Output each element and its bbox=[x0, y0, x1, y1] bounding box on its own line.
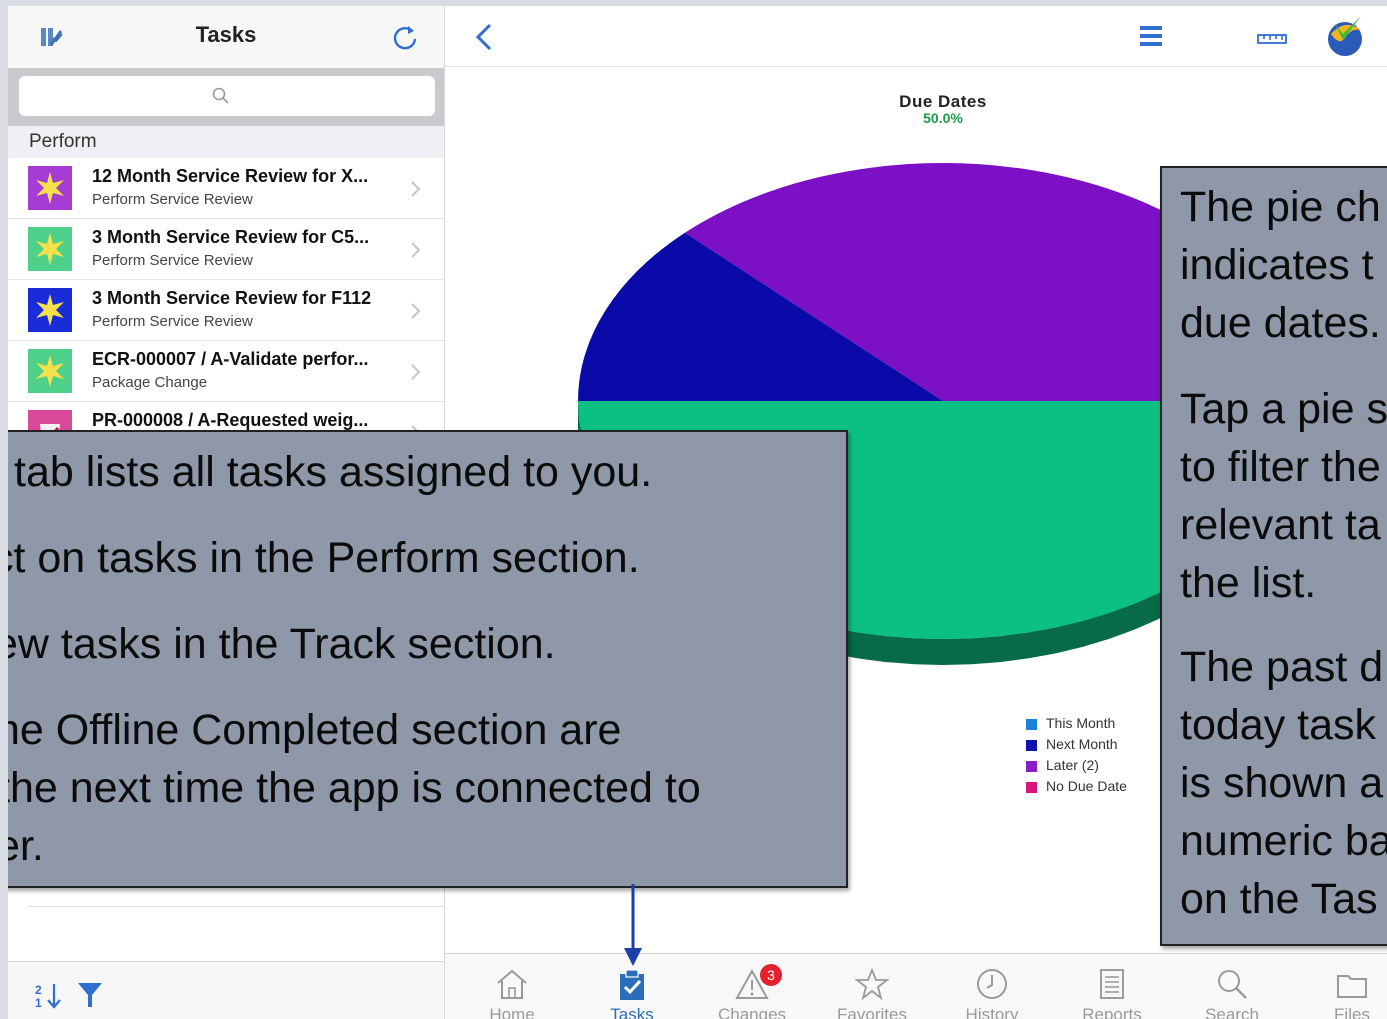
left-header: Tasks bbox=[8, 6, 444, 69]
legend-swatch bbox=[1026, 740, 1037, 751]
task-title: 12 Month Service Review for X... bbox=[92, 166, 369, 186]
divider bbox=[28, 906, 444, 907]
left-footer-toolbar: 2 1 bbox=[8, 961, 444, 1019]
task-row[interactable]: 3 Month Service Review for F112 Perform … bbox=[8, 280, 444, 341]
search-bar bbox=[8, 68, 444, 126]
task-title: 3 Month Service Review for F112 bbox=[92, 288, 372, 308]
chevron-right-icon bbox=[411, 181, 421, 197]
callout-line: tab lists all tasks assigned to you. bbox=[14, 448, 653, 496]
callout-pie-chart: The pie ch indicates t due dates. Tap a … bbox=[1160, 166, 1387, 946]
tab-label: History bbox=[965, 1005, 1019, 1019]
callout-paragraph: The pie ch indicates t due dates. bbox=[1180, 183, 1381, 347]
star-icon bbox=[854, 967, 890, 1001]
legend-label: This Month bbox=[1046, 715, 1116, 731]
chevron-right-icon bbox=[411, 364, 421, 380]
tab-history[interactable]: History bbox=[932, 954, 1052, 1019]
legend-swatch bbox=[1026, 761, 1037, 772]
callout-line: er. bbox=[8, 822, 44, 870]
callout-paragraph: Tap a pie s to filter the relevant ta th… bbox=[1180, 385, 1387, 607]
sort-icon[interactable]: 2 1 bbox=[34, 980, 64, 1010]
filter-icon[interactable] bbox=[76, 980, 104, 1010]
tab-changes[interactable]: 3 Changes bbox=[692, 954, 812, 1019]
search-icon bbox=[212, 87, 229, 104]
task-list: 12 Month Service Review for X... Perform… bbox=[8, 158, 444, 463]
task-thumbnail-icon bbox=[28, 288, 72, 332]
task-title: 3 Month Service Review for C5... bbox=[92, 227, 370, 247]
tab-label: Reports bbox=[1082, 1005, 1142, 1019]
legend-swatch bbox=[1026, 782, 1037, 793]
svg-text:1: 1 bbox=[35, 996, 42, 1010]
changes-badge: 3 bbox=[760, 964, 782, 986]
callout-line: ct on tasks in the Perform section. bbox=[8, 534, 640, 582]
legend-label: Next Month bbox=[1046, 736, 1118, 752]
chevron-right-icon bbox=[411, 303, 421, 319]
tab-label: Tasks bbox=[610, 1005, 654, 1019]
list-blank-area bbox=[8, 886, 444, 961]
task-subtitle: Perform Service Review bbox=[92, 191, 253, 208]
menu-icon[interactable] bbox=[1139, 24, 1163, 48]
legend-label: No Due Date bbox=[1046, 778, 1127, 794]
section-header-perform: Perform bbox=[8, 126, 444, 158]
legend-label: Later (2) bbox=[1046, 757, 1099, 773]
left-panel-title: Tasks bbox=[195, 22, 257, 47]
top-bar bbox=[445, 6, 1387, 67]
ruler-icon[interactable] bbox=[1257, 29, 1287, 45]
task-title: ECR-000007 / A-Validate perfor... bbox=[92, 349, 369, 369]
tab-label: Files bbox=[1334, 1005, 1370, 1019]
tab-home[interactable]: Home bbox=[452, 954, 572, 1019]
callout-tasks-tab: tab lists all tasks assigned to you. ct … bbox=[8, 430, 848, 888]
tab-label: Favorites bbox=[837, 1005, 907, 1019]
task-thumbnail-icon bbox=[28, 349, 72, 393]
pointer-arrow bbox=[624, 884, 642, 966]
reports-icon bbox=[1100, 969, 1124, 999]
task-row[interactable]: ECR-000007 / A-Validate perfor... Packag… bbox=[8, 341, 444, 402]
task-title: PR-000008 / A-Requested weig... bbox=[92, 410, 369, 430]
tasks-icon bbox=[620, 969, 644, 1000]
task-thumbnail-icon bbox=[28, 166, 72, 210]
clock-icon bbox=[977, 969, 1007, 999]
chart-selected-percent: 50.0% bbox=[923, 110, 963, 126]
task-subtitle: Perform Service Review bbox=[92, 313, 253, 330]
task-subtitle: Perform Service Review bbox=[92, 252, 253, 269]
tab-favorites[interactable]: Favorites bbox=[812, 954, 932, 1019]
back-icon[interactable] bbox=[473, 22, 495, 52]
legend-swatch bbox=[1026, 719, 1037, 730]
tab-search[interactable]: Search bbox=[1172, 954, 1292, 1019]
folder-icon bbox=[1337, 975, 1367, 998]
callout-paragraph: The past d today task is shown a numeric… bbox=[1180, 643, 1387, 923]
tab-label: Changes bbox=[717, 1005, 787, 1019]
tab-label: Home bbox=[489, 1005, 535, 1019]
callout-line: the next time the app is connected to bbox=[8, 764, 701, 812]
app-window: Tasks Perform 12 Month Service Review fo… bbox=[8, 6, 1387, 1019]
refresh-icon[interactable] bbox=[390, 22, 420, 52]
tab-reports[interactable]: Reports bbox=[1052, 954, 1172, 1019]
task-row[interactable]: 12 Month Service Review for X... Perform… bbox=[8, 158, 444, 219]
task-subtitle: Package Change bbox=[92, 374, 208, 391]
tab-label: Search bbox=[1205, 1005, 1259, 1019]
bottom-tab-bar: Home Tasks 3 Changes Favorites History R… bbox=[445, 953, 1387, 1019]
task-row[interactable]: 3 Month Service Review for C5... Perform… bbox=[8, 219, 444, 280]
chevron-right-icon bbox=[411, 242, 421, 258]
tab-files[interactable]: Files bbox=[1292, 954, 1387, 1019]
callout-line: ew tasks in the Track section. bbox=[8, 620, 556, 668]
task-thumbnail-icon bbox=[28, 227, 72, 271]
search-icon bbox=[1218, 970, 1247, 999]
callout-line: ne Offline Completed section are bbox=[8, 706, 622, 754]
app-logo-icon[interactable] bbox=[1321, 12, 1369, 60]
svg-text:2: 2 bbox=[35, 983, 42, 997]
home-icon bbox=[497, 969, 527, 999]
chart-title: Due Dates bbox=[899, 92, 987, 111]
